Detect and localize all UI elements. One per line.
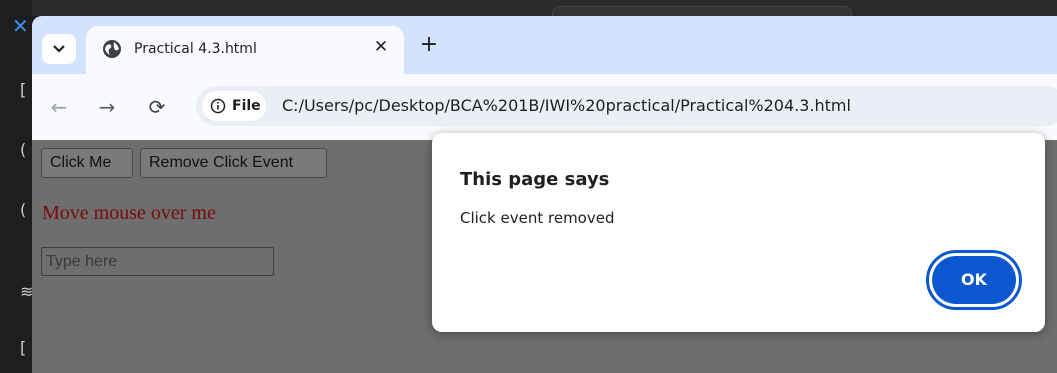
site-chip-label: File	[232, 98, 261, 114]
tab-search-button[interactable]	[42, 34, 76, 64]
chevron-down-icon	[53, 45, 65, 53]
gutter-mark: (	[20, 140, 27, 159]
gutter-mark: [	[20, 338, 27, 357]
ok-button-label: OK	[932, 256, 1016, 304]
ok-button[interactable]: OK	[926, 250, 1022, 310]
new-tab-icon[interactable]: +	[416, 32, 442, 58]
background-window-top	[32, 0, 1057, 18]
tab-strip: Practical 4.3.html ✕ +	[32, 16, 1057, 74]
address-bar[interactable]: File C:/Users/pc/Desktop/BCA%201B/IWI%20…	[196, 86, 1057, 126]
url-text[interactable]: C:/Users/pc/Desktop/BCA%201B/IWI%20pract…	[282, 96, 851, 115]
gutter-mark: [	[20, 80, 27, 99]
tab-practical[interactable]: Practical 4.3.html ✕	[86, 26, 404, 74]
globe-icon	[103, 40, 121, 58]
tab-title: Practical 4.3.html	[134, 41, 257, 57]
gutter-mark: ≋	[20, 282, 34, 301]
background-editor-strip: ✕ [ ( ( ≋ [	[0, 0, 34, 373]
type-here-input[interactable]: Type here	[41, 247, 274, 276]
alert-message: Click event removed	[460, 209, 615, 227]
input-placeholder: Type here	[46, 253, 118, 270]
click-me-button[interactable]: Click Me	[41, 148, 133, 178]
reload-icon[interactable]: ⟳	[142, 92, 172, 122]
vscode-logo-icon: ✕	[12, 14, 29, 38]
gutter-mark: (	[20, 200, 27, 219]
remove-click-event-button[interactable]: Remove Click Event	[140, 148, 327, 178]
hover-text: Move mouse over me	[42, 202, 216, 224]
site-info-chip[interactable]: File	[202, 91, 266, 121]
alert-title: This page says	[460, 169, 610, 190]
alert-dialog: This page says Click event removed OK	[432, 133, 1045, 332]
info-icon	[210, 98, 226, 114]
forward-arrow-icon[interactable]: →	[92, 92, 122, 122]
back-arrow-icon[interactable]: ←	[44, 92, 74, 122]
tab-close-icon[interactable]: ✕	[370, 36, 392, 58]
browser-toolbar: ← → ⟳ File C:/Users/pc/Desktop/BCA%201B/…	[32, 74, 1057, 140]
